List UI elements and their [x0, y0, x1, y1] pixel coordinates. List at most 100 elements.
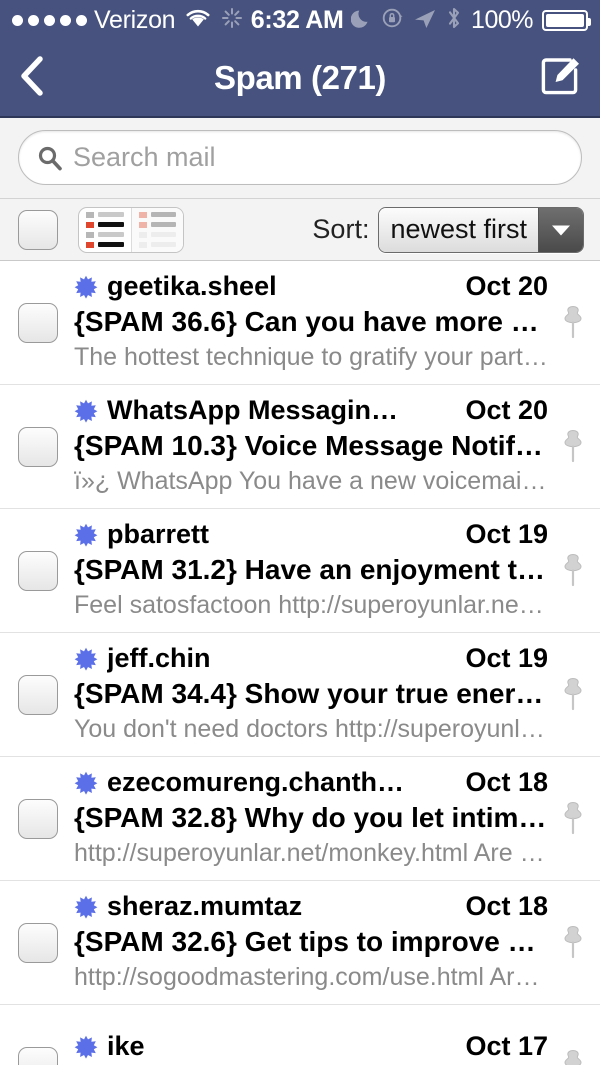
chevron-down-icon[interactable]: [539, 208, 583, 252]
message-sender: jeff.chin: [107, 643, 211, 674]
unread-star-icon[interactable]: [74, 647, 98, 671]
message-content: WhatsApp Messagin… Oct 20 {SPAM 10.3} Vo…: [74, 395, 548, 497]
search-box[interactable]: [18, 130, 582, 185]
pin-icon[interactable]: [560, 551, 586, 591]
message-checkbox[interactable]: [18, 923, 58, 963]
unread-star-icon[interactable]: [74, 771, 98, 795]
message-date: Oct 19: [455, 519, 548, 550]
compose-button[interactable]: [540, 55, 582, 102]
message-sender: sheraz.mumtaz: [107, 891, 302, 922]
message-subject: {SPAM 32.8} Why do you let intim…: [74, 800, 548, 835]
status-bar-center: 6:32 AM: [243, 6, 351, 35]
page-title: Spam (271): [0, 59, 600, 97]
message-checkbox[interactable]: [18, 799, 58, 839]
sort-label: Sort:: [312, 214, 369, 245]
message-subject: {SPAM 36.6} Can you have more a…: [74, 304, 548, 339]
message-date: Oct 19: [455, 643, 548, 674]
message-content: ezecomureng.chanth… Oct 18 {SPAM 32.8} W…: [74, 767, 548, 869]
view-mode-toggle[interactable]: [78, 207, 184, 253]
message-subject: {SPAM 34.4} Show your true ener…: [74, 676, 548, 711]
message-preview: The hottest technique to gratify your pa…: [74, 342, 548, 373]
message-header: sheraz.mumtaz Oct 18: [74, 891, 548, 922]
sort-control: Sort: newest first: [312, 207, 584, 253]
list-toolbar: Sort: newest first: [0, 199, 600, 261]
chevron-left-icon: [18, 54, 46, 103]
message-checkbox[interactable]: [18, 1047, 58, 1065]
message-content: ike Oct 17 {SPAM 33.4} Do you wish to im…: [74, 1031, 548, 1065]
message-row[interactable]: ike Oct 17 {SPAM 33.4} Do you wish to im…: [0, 1005, 600, 1065]
battery-percent-label: 100%: [471, 6, 533, 35]
message-content: geetika.sheel Oct 20 {SPAM 36.6} Can you…: [74, 271, 548, 373]
status-bar-left: Verizon: [12, 6, 243, 35]
back-button[interactable]: [18, 54, 62, 103]
message-checkbox[interactable]: [18, 303, 58, 343]
message-row[interactable]: WhatsApp Messagin… Oct 20 {SPAM 10.3} Vo…: [0, 385, 600, 509]
compact-view-icon[interactable]: [79, 208, 131, 252]
navigation-bar: Spam (271): [0, 40, 600, 118]
signal-strength-dots: [12, 15, 87, 26]
message-checkbox[interactable]: [18, 675, 58, 715]
pin-icon[interactable]: [560, 303, 586, 343]
comfortable-view-icon[interactable]: [131, 208, 183, 252]
message-preview: http://sogoodmastering.com/use.html Are …: [74, 962, 548, 993]
message-header: jeff.chin Oct 19: [74, 643, 548, 674]
message-header: WhatsApp Messagin… Oct 20: [74, 395, 548, 426]
status-bar-right: 100%: [351, 6, 588, 35]
unread-star-icon[interactable]: [74, 895, 98, 919]
sort-selected-value: newest first: [379, 208, 539, 252]
message-checkbox[interactable]: [18, 551, 58, 591]
message-header: ike Oct 17: [74, 1031, 548, 1062]
search-bar-container: [0, 118, 600, 199]
unread-star-icon[interactable]: [74, 399, 98, 423]
message-checkbox[interactable]: [18, 427, 58, 467]
pin-icon[interactable]: [560, 923, 586, 963]
clock-label: 6:32 AM: [251, 6, 344, 35]
unread-star-icon[interactable]: [74, 1035, 98, 1059]
message-row[interactable]: sheraz.mumtaz Oct 18 {SPAM 32.6} Get tip…: [0, 881, 600, 1005]
message-header: geetika.sheel Oct 20: [74, 271, 548, 302]
unread-star-icon[interactable]: [74, 275, 98, 299]
search-input[interactable]: [73, 142, 563, 173]
unread-star-icon[interactable]: [74, 523, 98, 547]
carrier-label: Verizon: [94, 6, 175, 35]
message-subject: {SPAM 10.3} Voice Message Notifi…: [74, 428, 548, 463]
message-row[interactable]: pbarrett Oct 19 {SPAM 31.2} Have an enjo…: [0, 509, 600, 633]
message-sender: ike: [107, 1031, 145, 1062]
message-row[interactable]: geetika.sheel Oct 20 {SPAM 36.6} Can you…: [0, 261, 600, 385]
pin-icon[interactable]: [560, 675, 586, 715]
message-preview: Feel satosfactoon http://superoyunlar.ne…: [74, 590, 548, 621]
sync-spinner-icon: [221, 7, 243, 34]
message-row[interactable]: jeff.chin Oct 19 {SPAM 34.4} Show your t…: [0, 633, 600, 757]
location-arrow-icon: [413, 7, 437, 34]
message-list: geetika.sheel Oct 20 {SPAM 36.6} Can you…: [0, 261, 600, 1065]
message-date: Oct 18: [455, 767, 548, 798]
message-preview: http://superoyunlar.net/monkey.html Are …: [74, 838, 548, 869]
message-sender: ezecomureng.chanth…: [107, 767, 404, 798]
message-content: sheraz.mumtaz Oct 18 {SPAM 32.6} Get tip…: [74, 891, 548, 993]
pin-icon[interactable]: [560, 427, 586, 467]
message-header: pbarrett Oct 19: [74, 519, 548, 550]
message-header: ezecomureng.chanth… Oct 18: [74, 767, 548, 798]
search-icon: [37, 145, 63, 171]
message-preview: You don't need doctors http://superoyunl…: [74, 714, 548, 745]
bluetooth-icon: [445, 6, 463, 35]
pin-icon[interactable]: [560, 799, 586, 839]
message-date: Oct 18: [455, 891, 548, 922]
compose-icon: [540, 55, 582, 102]
status-bar: Verizon 6:32 AM: [0, 0, 600, 40]
moon-icon: [351, 7, 373, 34]
message-date: Oct 17: [455, 1031, 548, 1062]
battery-icon: [542, 10, 588, 31]
message-content: pbarrett Oct 19 {SPAM 31.2} Have an enjo…: [74, 519, 548, 621]
pin-icon[interactable]: [560, 1047, 586, 1065]
message-preview: ï»¿ WhatsApp You have a new voicemail! …: [74, 466, 548, 497]
message-row[interactable]: ezecomureng.chanth… Oct 18 {SPAM 32.8} W…: [0, 757, 600, 881]
message-subject: {SPAM 32.6} Get tips to improve y…: [74, 924, 548, 959]
rotation-lock-icon: [381, 6, 405, 35]
sort-dropdown[interactable]: newest first: [378, 207, 584, 253]
message-sender: pbarrett: [107, 519, 209, 550]
message-date: Oct 20: [455, 395, 548, 426]
message-subject: {SPAM 31.2} Have an enjoyment t…: [74, 552, 548, 587]
message-content: jeff.chin Oct 19 {SPAM 34.4} Show your t…: [74, 643, 548, 745]
select-all-checkbox[interactable]: [18, 210, 58, 250]
